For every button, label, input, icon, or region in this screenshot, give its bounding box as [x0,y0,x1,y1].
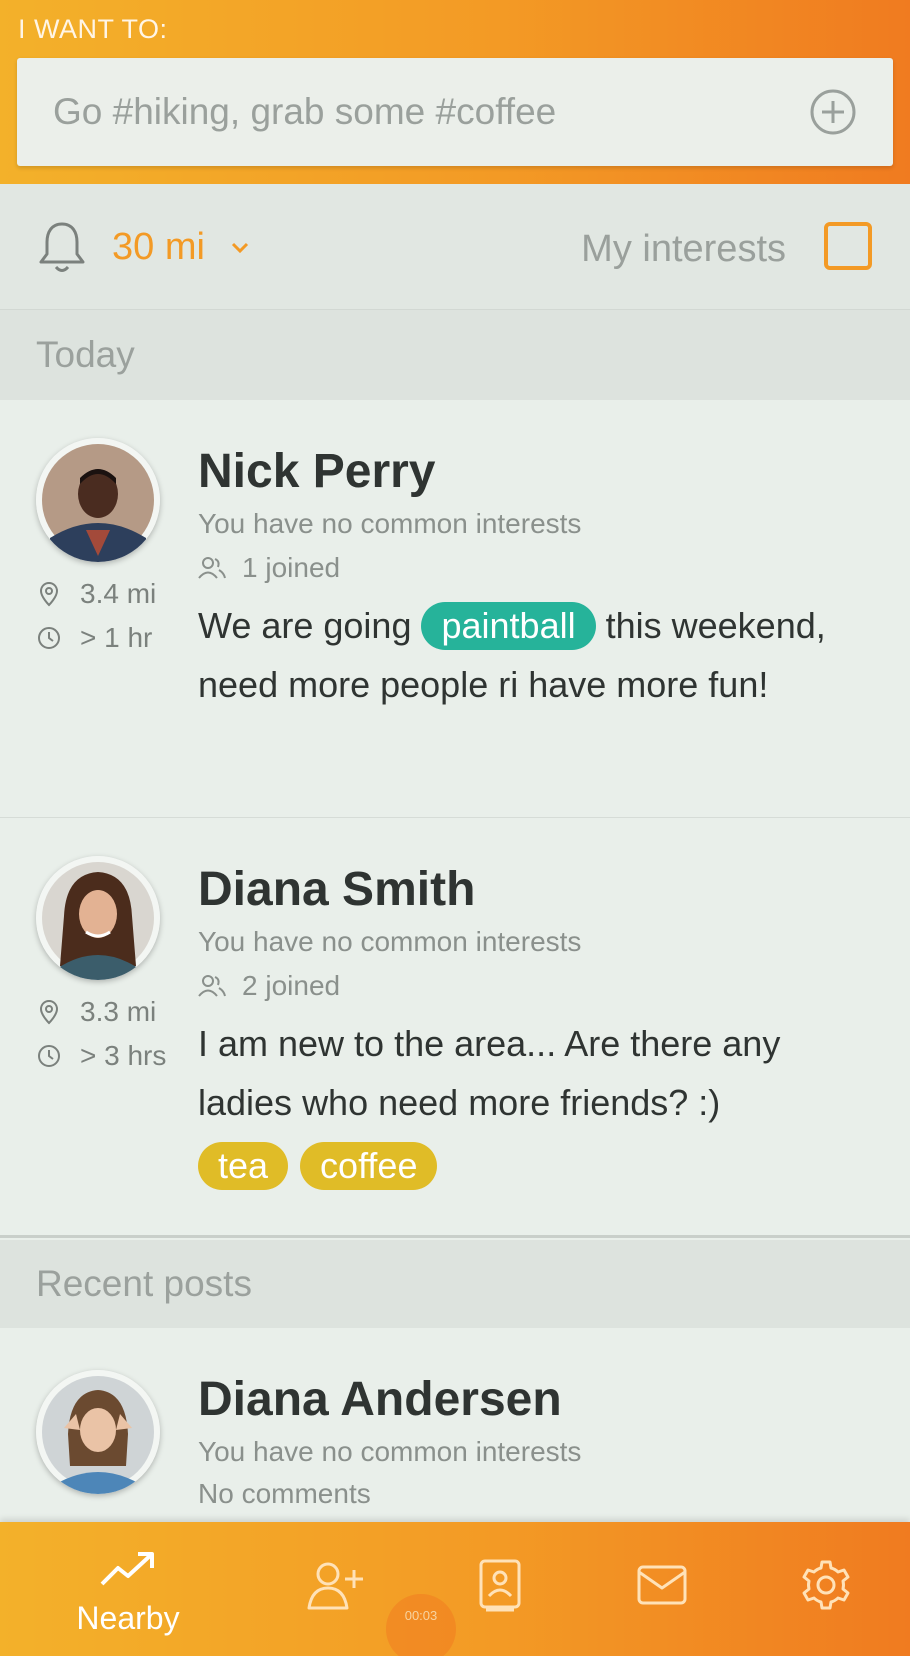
interest-tag[interactable]: coffee [300,1142,438,1190]
post-message: We are going paintball this weekend, nee… [198,596,858,714]
poster-name[interactable]: Diana Smith [198,862,475,917]
avatar[interactable] [36,438,160,562]
avatar[interactable] [36,856,160,980]
mail-icon [637,1565,687,1605]
poster-name[interactable]: Diana Andersen [198,1372,562,1427]
search-box[interactable] [17,58,893,166]
chevron-down-icon[interactable] [228,236,252,260]
location-pin-icon [39,581,59,607]
common-interests-text: You have no common interests [198,1436,582,1467]
time-meta: > 3 hrs [36,1040,166,1072]
search-input[interactable] [53,84,793,140]
time-meta: > 1 hr [36,622,152,654]
joined-text: 2 joined [242,970,341,1001]
location-pin-icon [39,999,59,1025]
nav-nearby[interactable]: Nearby [48,1522,208,1656]
comments-count: No comments [198,1478,371,1509]
post-card[interactable]: Diana Andersen You have no common intere… [0,1328,910,1522]
my-interests-checkbox[interactable] [824,222,872,270]
distance-meta: 3.4 mi [36,578,156,610]
distance-meta: 3.3 mi [36,996,156,1028]
tag-list: tea coffee [198,1142,438,1190]
joined-count: 2 joined [198,970,340,1002]
people-icon [198,557,226,579]
nav-nearby-label: Nearby [76,1600,180,1636]
people-icon [198,975,226,997]
poster-name[interactable]: Nick Perry [198,444,436,499]
clock-icon [38,1045,60,1067]
filter-bar: 30 mi My interests [0,184,910,310]
distance-selector[interactable]: 30 mi [112,226,205,269]
distance-value: 3.4 mi [80,578,157,609]
section-today: Today [0,310,910,400]
my-interests-label: My interests [581,228,786,270]
message-text: We are going [198,605,412,646]
common-interests-text: You have no common interests [198,508,582,539]
nav-messages[interactable] [582,1522,742,1656]
header-label: I WANT TO: [18,14,168,44]
post-message: I am new to the area... Are there any la… [198,1023,781,1123]
interest-tag[interactable]: paintball [421,602,596,650]
trending-icon [100,1552,154,1586]
post-card[interactable]: 3.4 mi > 1 hr Nick Perry You have no com… [0,400,910,818]
clock-icon [38,627,60,649]
plus-circle-icon[interactable] [809,88,857,136]
contacts-book-icon [479,1559,521,1612]
header: I WANT TO: [0,0,910,184]
add-friend-icon [307,1562,363,1610]
common-interests-text: You have no common interests [198,926,582,957]
gear-icon [802,1560,850,1610]
post-card[interactable]: 3.3 mi > 3 hrs Diana Smith You have no c… [0,818,910,1238]
bell-icon[interactable] [36,218,88,276]
section-recent: Recent posts [0,1240,910,1328]
distance-value: 3.3 mi [80,996,157,1027]
recording-indicator: 00:03 [386,1594,456,1656]
interest-tag[interactable]: tea [198,1142,289,1190]
time-value: > 1 hr [80,622,153,653]
avatar[interactable] [36,1370,160,1494]
nav-settings[interactable] [746,1522,906,1656]
time-value: > 3 hrs [80,1040,167,1071]
joined-text: 1 joined [242,552,341,583]
joined-count: 1 joined [198,552,340,584]
